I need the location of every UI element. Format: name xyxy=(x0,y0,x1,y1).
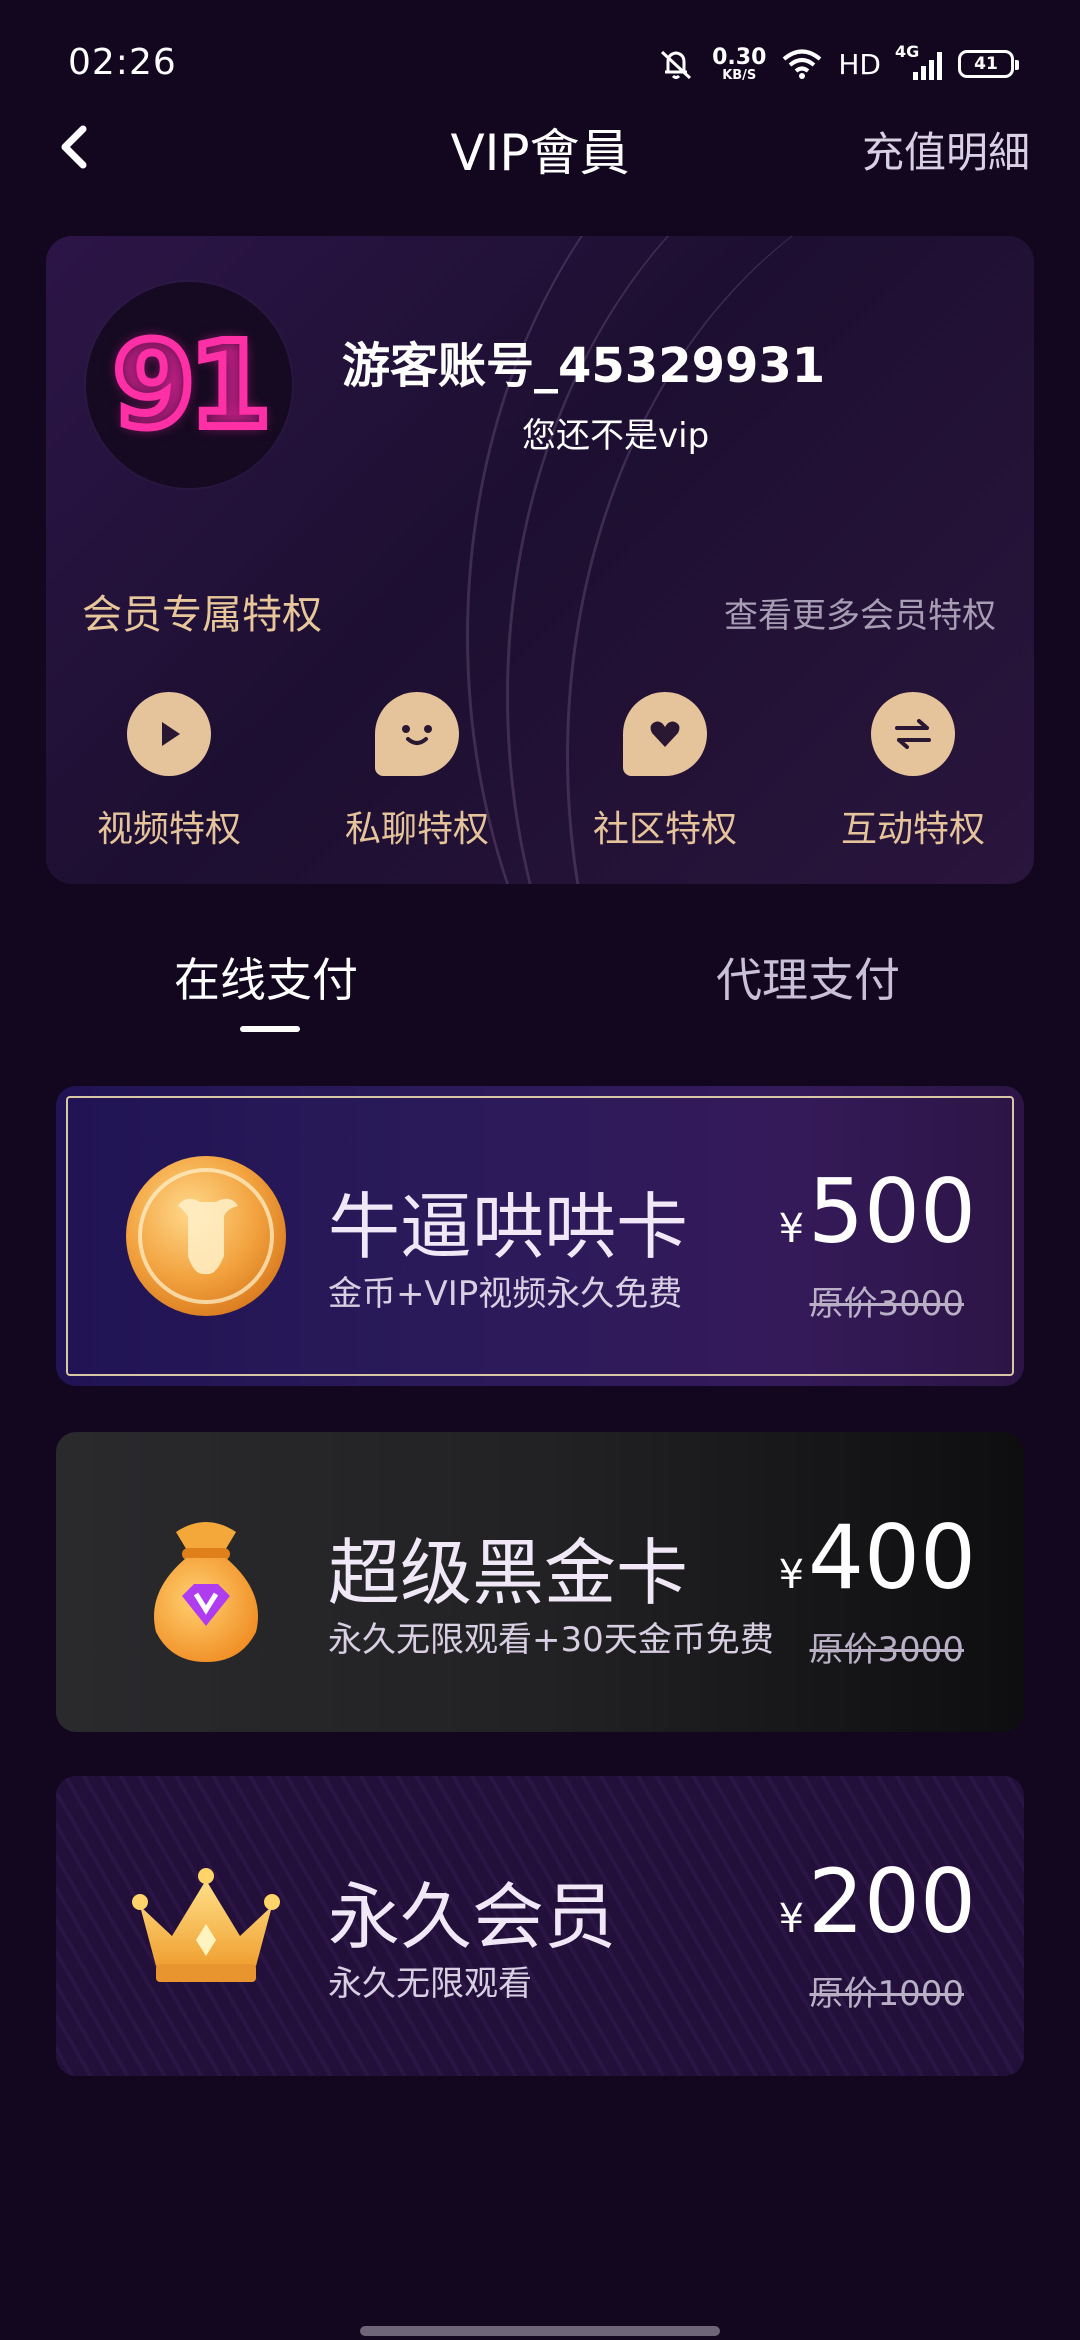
plan-card-bull[interactable]: 牛逼哄哄卡 金币+VIP视频永久免费 ¥500 原价3000 xyxy=(56,1086,1024,1386)
plan-description: 永久无限观看+30天金币免费 xyxy=(328,1620,774,1660)
money-bag-icon xyxy=(154,1522,258,1662)
plan-title: 牛逼哄哄卡 xyxy=(328,1185,689,1269)
plan-price: ¥200 xyxy=(779,1850,976,1953)
privilege-chat[interactable]: 私聊特权 xyxy=(332,692,502,852)
vip-status: 您还不是vip xyxy=(522,416,710,456)
network-label: 4G xyxy=(895,42,920,61)
privilege-label: 视频特权 xyxy=(96,809,241,850)
privileges-more-link[interactable]: 查看更多会员特权 xyxy=(724,588,996,637)
tab-indicator xyxy=(240,1026,300,1032)
chat-icon xyxy=(375,692,459,776)
plan-price: ¥400 xyxy=(779,1506,976,1609)
header: VIP會員 充值明細 xyxy=(0,105,1080,195)
plan-title: 超级黑金卡 xyxy=(328,1531,689,1615)
hd-label: HD xyxy=(838,47,881,81)
privilege-community[interactable]: 社区特权 xyxy=(580,692,750,852)
price-currency: ¥ xyxy=(778,1896,805,1942)
net-speed-value: 0.30 xyxy=(712,44,767,70)
bull-coin-icon xyxy=(126,1156,286,1316)
price-value: 200 xyxy=(808,1850,976,1953)
privilege-label: 互动特权 xyxy=(840,809,985,850)
privileges-title: 会员专属特权 xyxy=(82,592,322,638)
plan-price: ¥500 xyxy=(779,1160,976,1263)
status-time: 02:26 xyxy=(68,42,177,83)
wifi-icon xyxy=(783,49,822,79)
privilege-label: 私聊特权 xyxy=(344,809,489,850)
plan-description: 永久无限观看 xyxy=(328,1964,532,2004)
price-value: 400 xyxy=(808,1506,976,1609)
net-speed: 0.30 KB/S xyxy=(712,44,767,83)
plan-original-price: 原价3000 xyxy=(809,1630,964,1670)
signal-icon: 4G xyxy=(895,42,942,80)
plan-original-price: 原价1000 xyxy=(809,1974,964,2014)
member-card: 91 游客账号_45329931 您还不是vip 会员专属特权 查看更多会员特权… xyxy=(46,236,1034,884)
avatar: 91 xyxy=(86,282,292,488)
price-currency: ¥ xyxy=(778,1552,805,1598)
price-value: 500 xyxy=(808,1160,976,1263)
mute-icon xyxy=(661,50,692,80)
crown-icon xyxy=(132,1868,280,1982)
home-indicator[interactable] xyxy=(360,2326,720,2336)
recharge-details-link[interactable]: 充值明細 xyxy=(862,119,1030,180)
privilege-interaction[interactable]: 互动特权 xyxy=(828,692,998,852)
tab-online-payment[interactable]: 在线支付 xyxy=(174,944,358,1010)
status-icons: 0.30 KB/S HD 4G 41 xyxy=(656,42,1019,84)
plan-card-permanent[interactable]: 永久会员 永久无限观看 ¥200 原价1000 xyxy=(56,1776,1024,2076)
battery-level: 41 xyxy=(974,54,998,74)
plan-title: 永久会员 xyxy=(328,1875,617,1959)
plan-description: 金币+VIP视频永久免费 xyxy=(328,1274,683,1314)
swap-icon xyxy=(871,692,955,776)
price-currency: ¥ xyxy=(778,1206,805,1252)
heart-bubble-icon xyxy=(623,692,707,776)
net-speed-unit: KB/S xyxy=(722,67,757,83)
plan-original-price: 原价3000 xyxy=(809,1284,964,1324)
play-icon xyxy=(127,692,211,776)
avatar-logo: 91 xyxy=(109,312,275,458)
battery-icon: 41 xyxy=(958,50,1019,78)
account-name: 游客账号_45329931 xyxy=(342,338,826,394)
privilege-label: 社区特权 xyxy=(592,809,737,850)
plan-card-black-gold[interactable]: 超级黑金卡 永久无限观看+30天金币免费 ¥400 原价3000 xyxy=(56,1432,1024,1732)
tab-agent-payment[interactable]: 代理支付 xyxy=(716,944,900,1010)
privilege-video[interactable]: 视频特权 xyxy=(84,692,254,852)
